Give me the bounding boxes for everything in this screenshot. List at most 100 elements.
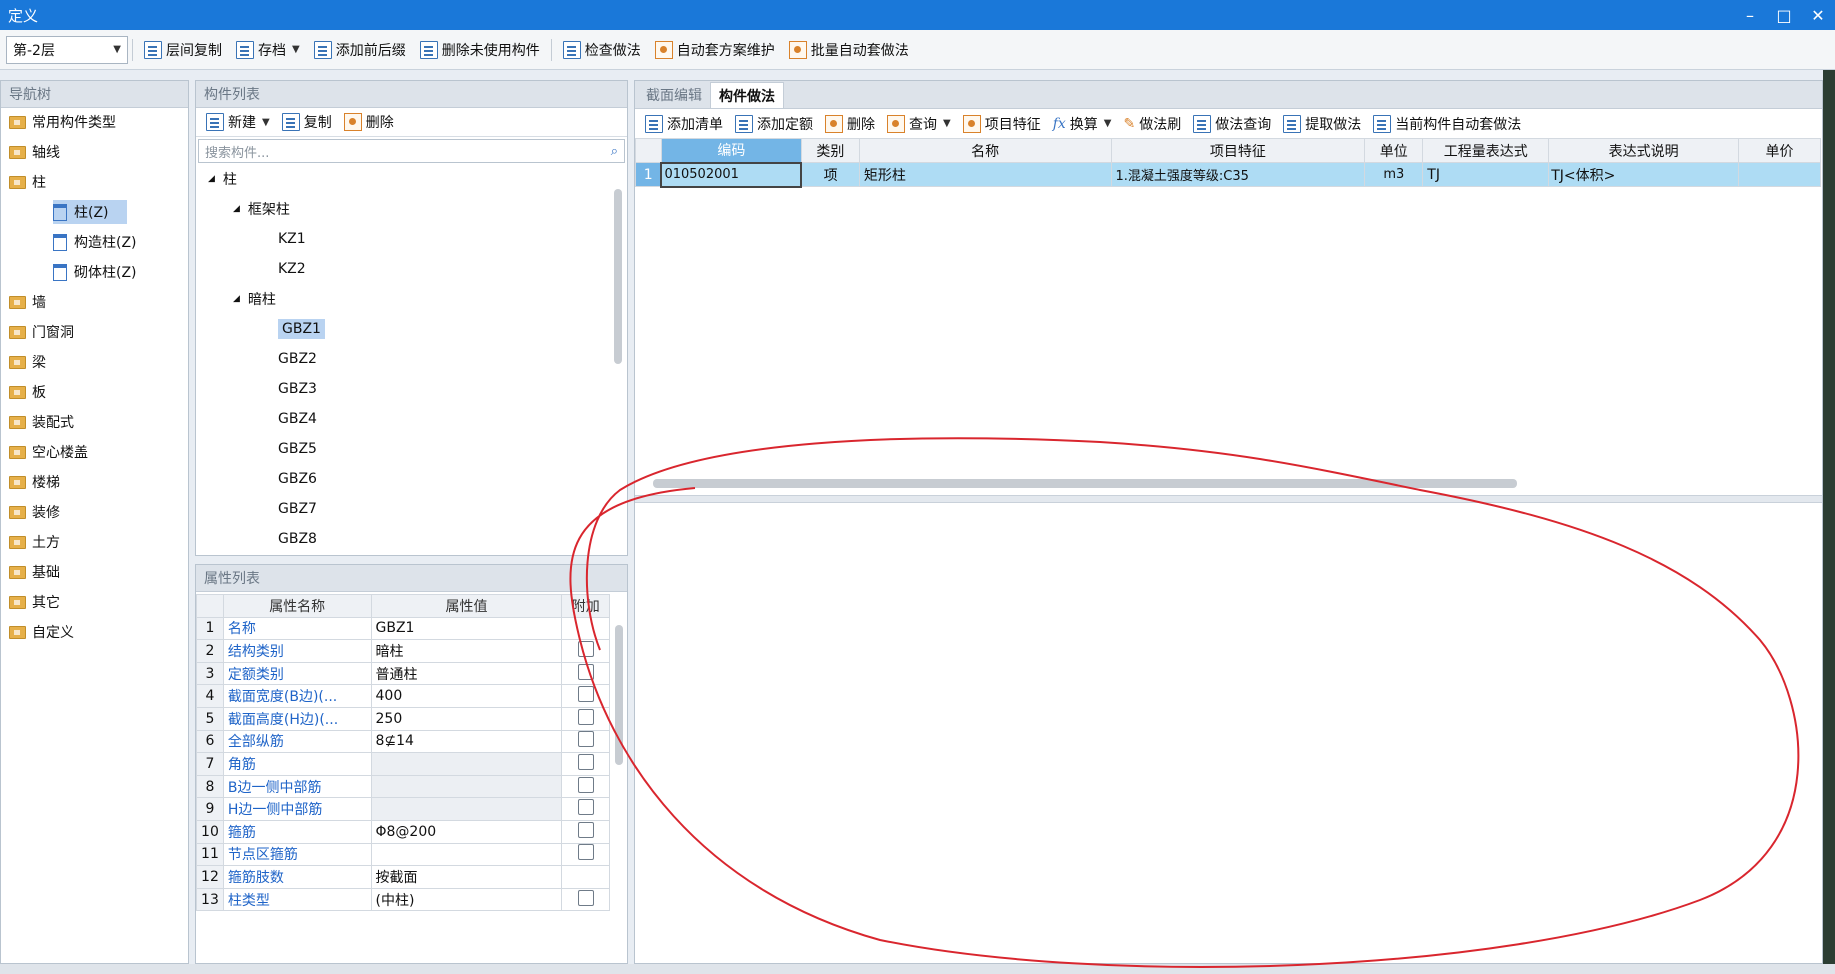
extra-checkbox[interactable]	[577, 799, 594, 816]
nav-item[interactable]: 楼梯	[9, 470, 60, 494]
component-tree-item[interactable]: ◢ 框架柱	[233, 197, 290, 221]
component-tree-item[interactable]: GBZ1	[278, 317, 325, 341]
expand-triangle-icon[interactable]: ◢	[233, 294, 240, 304]
property-value-cell[interactable]: 暗柱	[370, 639, 563, 663]
nav-item[interactable]: 门窗洞	[9, 320, 74, 344]
batch-auto-button[interactable]: 批量自动套做法	[782, 35, 916, 65]
nav-item[interactable]: 砌体柱(Z)	[53, 260, 137, 284]
extra-checkbox[interactable]	[577, 753, 594, 770]
table-row[interactable]: 2 结构类别 暗柱	[196, 639, 610, 663]
component-search-input[interactable]: 搜索构件... ⌕	[198, 139, 625, 163]
component-tree-item[interactable]: GBZ7	[278, 497, 317, 521]
add-quota-button[interactable]: 添加定额	[729, 111, 819, 137]
component-tree-item[interactable]: GBZ6	[278, 467, 317, 491]
copy-floor-button[interactable]: 层间复制	[137, 35, 229, 65]
component-tree-item[interactable]: GBZ3	[278, 377, 317, 401]
nav-item[interactable]: 自定义	[9, 620, 74, 644]
unit-cell[interactable]: m3	[1364, 162, 1424, 187]
price-header[interactable]: 单价	[1738, 138, 1821, 163]
nav-item[interactable]: 板	[9, 380, 46, 404]
component-tree-item[interactable]: ◢ 暗柱	[233, 287, 276, 311]
table-row[interactable]: 4 截面宽度(B边)(... 400	[196, 684, 610, 708]
table-row[interactable]: 10 箍筋 Φ8@200	[196, 819, 610, 844]
property-value-cell[interactable]: 400	[370, 684, 563, 708]
method-hscrollbar[interactable]	[653, 479, 1517, 488]
component-tree-item[interactable]: GBZ8	[278, 527, 317, 550]
nav-item[interactable]: 其它	[9, 590, 60, 614]
property-value-cell[interactable]: 普通柱	[370, 661, 563, 686]
close-button[interactable]: ✕	[1801, 0, 1835, 30]
nav-item[interactable]: 空心楼盖	[9, 440, 88, 464]
minimize-button[interactable]: –	[1733, 0, 1767, 30]
new-button[interactable]: 新建 ▼	[200, 109, 276, 135]
property-value-cell[interactable]: 按截面	[370, 865, 563, 889]
price-cell[interactable]	[1738, 162, 1821, 187]
component-tree-item[interactable]: GBZ5	[278, 437, 317, 461]
table-row[interactable]: 9 H边一侧中部筋	[196, 797, 610, 821]
method-delete-button[interactable]: 删除	[819, 111, 881, 137]
extra-checkbox[interactable]	[577, 708, 594, 725]
tab-section-edit[interactable]: 截面编辑	[638, 82, 710, 108]
nav-item[interactable]: 装配式	[9, 410, 74, 434]
table-row[interactable]: 6 全部纵筋 8⊈14	[196, 729, 610, 754]
table-row[interactable]: 5 截面高度(H边)(... 250	[196, 706, 610, 731]
property-value-cell[interactable]: 8⊈14	[370, 729, 563, 754]
nav-item[interactable]: 梁	[9, 350, 46, 374]
unit-header[interactable]: 单位	[1364, 138, 1424, 163]
check-method-button[interactable]: 检查做法	[556, 35, 648, 65]
table-row[interactable]: 1 名称 GBZ1	[196, 616, 610, 641]
code-cell[interactable]: 010502001	[660, 161, 803, 188]
floor-select[interactable]: 第-2层 ▼	[6, 35, 128, 64]
property-value-cell[interactable]	[370, 774, 563, 799]
property-scrollbar[interactable]	[615, 625, 623, 765]
copy-button[interactable]: 复制	[276, 109, 338, 135]
table-row[interactable]: 1 010502001 项 矩形柱 1.混凝土强度等级:C35 m3 TJ TJ…	[635, 161, 1821, 188]
panel-splitter[interactable]	[635, 495, 1822, 503]
nav-item[interactable]: 装修	[9, 500, 60, 524]
method-query-button[interactable]: 做法查询	[1187, 111, 1277, 137]
type-cell[interactable]: 项	[800, 162, 860, 187]
add-list-button[interactable]: 添加清单	[639, 111, 729, 137]
expr-header[interactable]: 工程量表达式	[1422, 138, 1550, 163]
code-header[interactable]: 编码	[660, 138, 802, 163]
component-tree-item[interactable]: KZ2	[278, 257, 306, 281]
convert-button[interactable]: fx 换算 ▼	[1047, 111, 1118, 137]
extra-checkbox[interactable]	[577, 821, 594, 838]
delete-unused-button[interactable]: 删除未使用构件	[413, 35, 547, 65]
property-value-cell[interactable]: 250	[370, 706, 563, 731]
desc-cell[interactable]: TJ<体积>	[1548, 162, 1740, 187]
nav-item[interactable]: 柱(Z)	[53, 200, 127, 224]
component-tree-item[interactable]: KZ1	[278, 227, 306, 251]
component-scrollbar[interactable]	[614, 189, 622, 364]
nav-item[interactable]: 土方	[9, 530, 60, 554]
table-row[interactable]: 12 箍筋肢数 按截面	[196, 865, 610, 889]
item-feature-button[interactable]: 项目特征	[957, 111, 1047, 137]
property-value-cell[interactable]: Φ8@200	[370, 819, 563, 844]
feature-cell[interactable]: 1.混凝土强度等级:C35	[1110, 162, 1366, 187]
method-brush-button[interactable]: ✎ 做法刷	[1117, 111, 1187, 137]
table-row[interactable]: 8 B边一侧中部筋	[196, 774, 610, 799]
property-value-cell[interactable]	[370, 842, 563, 867]
expr-cell[interactable]: TJ	[1422, 162, 1550, 187]
component-tree-item[interactable]: GBZ4	[278, 407, 317, 431]
feature-header[interactable]: 项目特征	[1110, 138, 1366, 163]
property-value-cell[interactable]	[370, 752, 563, 776]
property-value-cell[interactable]: (中柱)	[370, 887, 563, 912]
name-cell[interactable]: 矩形柱	[858, 162, 1112, 187]
nav-item[interactable]: 构造柱(Z)	[53, 230, 137, 254]
delete-button[interactable]: 删除	[338, 109, 400, 135]
expand-triangle-icon[interactable]: ◢	[233, 204, 240, 214]
type-header[interactable]: 类别	[800, 138, 860, 163]
component-tree-item[interactable]: GBZ2	[278, 347, 317, 371]
nav-item[interactable]: 柱	[9, 170, 46, 194]
expand-triangle-icon[interactable]: ◢	[208, 174, 215, 184]
component-tree-item[interactable]: ◢ 柱	[208, 167, 237, 191]
table-row[interactable]: 7 角筋	[196, 752, 610, 776]
current-auto-method-button[interactable]: 当前构件自动套做法	[1367, 111, 1527, 137]
query-button[interactable]: 查询 ▼	[881, 111, 957, 137]
name-header[interactable]: 名称	[858, 138, 1112, 163]
nav-item[interactable]: 常用构件类型	[9, 110, 116, 134]
archive-button[interactable]: 存档 ▼	[229, 35, 307, 65]
tab-component-method[interactable]: 构件做法	[710, 82, 784, 108]
extra-checkbox[interactable]	[577, 731, 594, 748]
